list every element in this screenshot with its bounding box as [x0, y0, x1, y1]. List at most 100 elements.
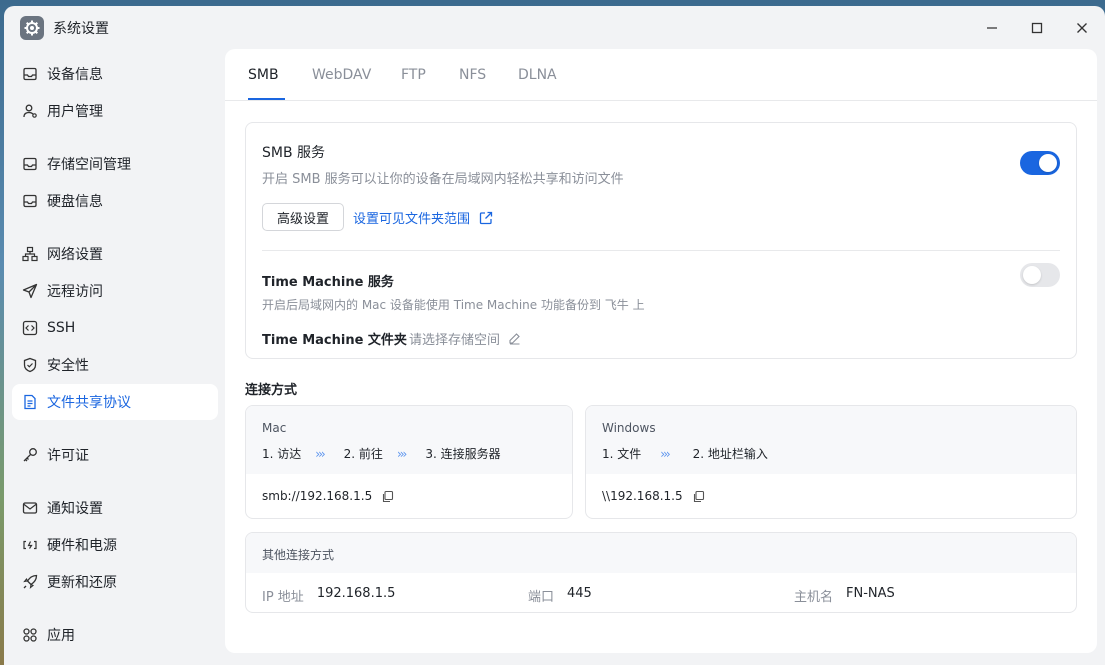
sidebar-item-label: 应用 — [47, 628, 75, 644]
sidebar-item-network[interactable]: 网络设置 — [12, 236, 218, 272]
minimize-icon — [987, 27, 997, 29]
chevrons-icon: ››› — [660, 446, 671, 461]
sidebar-item-label: 许可证 — [47, 448, 89, 464]
windows-address: \\192.168.1.5 — [602, 489, 705, 503]
ip-info: IP 地址 192.168.1.5 — [262, 586, 395, 605]
chevrons-icon: ››› — [315, 446, 326, 461]
sidebar-item-label: 文件共享协议 — [47, 395, 131, 411]
sidebar-item-device-info[interactable]: 设备信息 — [12, 56, 218, 92]
connection-section-title: 连接方式 — [245, 383, 298, 398]
hostname-label: 主机名 — [794, 590, 834, 605]
key-icon — [22, 447, 38, 463]
main-panel: SMB WebDAV FTP NFS DLNA SMB 服务 开启 SMB 服务… — [225, 49, 1097, 653]
sidebar-item-notification[interactable]: 通知设置 — [12, 490, 218, 526]
service-card: SMB 服务 开启 SMB 服务可以让你的设备在局域网内轻松共享和访问文件 高级… — [245, 122, 1077, 359]
battery-icon — [22, 537, 38, 553]
external-link-icon — [479, 211, 493, 224]
toggle-knob — [1023, 266, 1041, 284]
sidebar-item-label: 设备信息 — [47, 67, 103, 83]
mac-steps: 1. 访达 ››› 2. 前往 ››› 3. 连接服务器 — [262, 445, 501, 462]
toggle-knob — [1039, 154, 1057, 172]
windows-step-1: 1. 文件 — [602, 447, 642, 461]
sidebar-item-file-sharing[interactable]: 文件共享协议 — [12, 384, 218, 420]
user-icon — [22, 103, 38, 119]
windows-step-2: 2. 地址栏输入 — [692, 447, 768, 461]
visible-folder-link[interactable]: 设置可见文件夹范围 — [353, 208, 493, 227]
tab-webdav[interactable]: WebDAV — [312, 67, 371, 83]
apps-icon — [22, 627, 38, 643]
sidebar-item-users[interactable]: 用户管理 — [12, 93, 218, 129]
mac-connection-card: Mac 1. 访达 ››› 2. 前往 ››› 3. 连接服务器 smb://1… — [245, 405, 573, 519]
document-icon — [22, 394, 38, 410]
port-label: 端口 — [528, 590, 555, 605]
ip-value: 192.168.1.5 — [316, 586, 396, 601]
sidebar-item-label: 更新和还原 — [47, 575, 117, 591]
time-machine-folder-label: Time Machine 文件夹 — [262, 333, 407, 348]
gear-icon — [20, 16, 44, 40]
windows-steps: 1. 文件 ››› 2. 地址栏输入 — [602, 445, 768, 462]
sidebar-item-remote[interactable]: 远程访问 — [12, 273, 218, 309]
monitor-icon — [22, 66, 38, 82]
windows-connection-header: Windows 1. 文件 ››› 2. 地址栏输入 — [586, 406, 1076, 474]
sidebar-item-label: 网络设置 — [47, 247, 103, 263]
minimize-button[interactable] — [980, 16, 1004, 40]
sidebar-item-license[interactable]: 许可证 — [12, 437, 218, 473]
windows-os-label: Windows — [602, 421, 656, 435]
mac-step-3: 3. 连接服务器 — [425, 447, 501, 461]
close-button[interactable] — [1070, 16, 1094, 40]
mac-step-2: 2. 前往 — [343, 447, 383, 461]
time-machine-folder-placeholder: 请选择存储空间 — [409, 333, 501, 348]
tab-dlna[interactable]: DLNA — [518, 67, 557, 83]
tab-active-indicator — [248, 98, 285, 100]
close-icon — [1077, 23, 1087, 33]
smb-service-desc: 开启 SMB 服务可以让你的设备在局域网内轻松共享和访问文件 — [262, 172, 624, 187]
windows-address-text: \\192.168.1.5 — [602, 489, 683, 503]
maximize-button[interactable] — [1025, 16, 1049, 40]
mac-address: smb://192.168.1.5 — [262, 489, 394, 503]
tab-nfs[interactable]: NFS — [459, 67, 486, 83]
mac-step-1: 1. 访达 — [262, 447, 302, 461]
rocket-icon — [22, 574, 38, 590]
maximize-icon — [1031, 22, 1043, 34]
time-machine-toggle[interactable] — [1020, 263, 1060, 287]
title-bar: 系统设置 — [4, 6, 1105, 48]
tab-ftp[interactable]: FTP — [401, 67, 426, 83]
time-machine-desc: 开启后局域网内的 Mac 设备能使用 Time Machine 功能备份到 飞牛… — [262, 298, 645, 312]
advanced-settings-button[interactable]: 高级设置 — [262, 203, 344, 231]
sidebar-item-update[interactable]: 更新和还原 — [12, 564, 218, 600]
sidebar-item-disk[interactable]: 硬盘信息 — [12, 183, 218, 219]
hostname-info: 主机名 FN-NAS — [794, 586, 895, 605]
tab-smb[interactable]: SMB — [248, 67, 279, 83]
send-icon — [22, 283, 38, 299]
mac-os-label: Mac — [262, 421, 287, 435]
windows-connection-card: Windows 1. 文件 ››› 2. 地址栏输入 \\192.168.1.5 — [585, 405, 1077, 519]
disk-icon — [22, 193, 38, 209]
settings-window: 系统设置 设备信息 用户管理 存储空间管理 硬盘信息 网络设置 远程访问 SSH… — [4, 6, 1105, 665]
sidebar-item-label: SSH — [47, 320, 76, 336]
sidebar-item-security[interactable]: 安全性 — [12, 347, 218, 383]
storage-icon — [22, 156, 38, 172]
sidebar-item-apps[interactable]: 应用 — [12, 617, 218, 653]
sidebar-item-ssh[interactable]: SSH — [12, 310, 218, 346]
mac-connection-header: Mac 1. 访达 ››› 2. 前往 ››› 3. 连接服务器 — [246, 406, 572, 474]
tab-bar: SMB WebDAV FTP NFS DLNA — [225, 49, 1097, 101]
divider — [262, 250, 1060, 251]
sidebar-item-label: 远程访问 — [47, 284, 103, 300]
code-icon — [22, 320, 38, 336]
chevrons-icon: ››› — [396, 446, 408, 461]
port-value: 445 — [567, 586, 592, 601]
sidebar-item-storage[interactable]: 存储空间管理 — [12, 146, 218, 182]
smb-service-title: SMB 服务 — [262, 145, 326, 161]
sidebar-item-label: 通知设置 — [47, 501, 103, 517]
sidebar-item-hardware[interactable]: 硬件和电源 — [12, 527, 218, 563]
other-connection-title: 其他连接方式 — [262, 548, 335, 562]
mail-icon — [22, 500, 38, 516]
visible-folder-link-label: 设置可见文件夹范围 — [353, 212, 471, 227]
time-machine-folder-select[interactable]: 请选择存储空间 — [409, 329, 521, 348]
copy-icon[interactable] — [381, 490, 394, 503]
port-info: 端口 445 — [528, 586, 592, 605]
copy-icon[interactable] — [692, 490, 705, 503]
shield-icon — [22, 357, 38, 373]
network-icon — [22, 246, 38, 262]
smb-toggle[interactable] — [1020, 151, 1060, 175]
